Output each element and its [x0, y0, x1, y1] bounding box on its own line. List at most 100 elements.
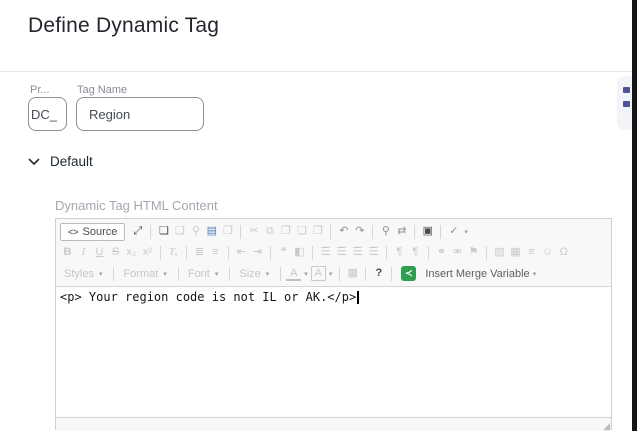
editor-source-area[interactable]: <p> Your region code is not IL or AK.</p…: [56, 287, 611, 417]
show-blocks-icon[interactable]: ▩: [345, 267, 360, 280]
remove-format-icon[interactable]: Tₓ: [166, 246, 181, 259]
about-icon[interactable]: ?: [371, 267, 386, 280]
source-button[interactable]: <>Source: [60, 223, 125, 241]
prefix-label: Pr...: [30, 84, 50, 96]
toolbar-separator: [178, 267, 179, 281]
superscript-icon[interactable]: x²: [140, 246, 155, 259]
chevron-down-icon: [28, 158, 40, 166]
bidi-rtl-icon[interactable]: ¶: [408, 246, 423, 259]
size-combo[interactable]: Size ▾: [235, 268, 275, 280]
source-icon: <>: [68, 227, 79, 237]
print-icon[interactable]: ❒: [220, 225, 235, 238]
cutoff-side-button[interactable]: [617, 76, 632, 130]
toolbar-separator: [486, 246, 487, 260]
image-icon[interactable]: ▧: [492, 246, 507, 259]
toolbar-separator: [113, 267, 114, 281]
merge-variable-button[interactable]: ≺: [401, 266, 416, 281]
bg-color-icon[interactable]: A: [311, 266, 326, 281]
numbered-list-icon[interactable]: ≣: [192, 246, 207, 259]
anchor-icon[interactable]: ⚑: [466, 246, 481, 259]
redo-icon[interactable]: ↷: [352, 225, 367, 238]
toolbar-separator: [365, 267, 366, 281]
outdent-icon[interactable]: ⇤: [234, 246, 249, 259]
resize-grip-icon[interactable]: ◢: [603, 422, 610, 431]
indent-icon[interactable]: ⇥: [250, 246, 265, 259]
strikethrough-icon[interactable]: S: [108, 246, 123, 259]
dropdown-caret-icon: ▾: [163, 270, 167, 278]
format-combo[interactable]: Format▾: [119, 268, 172, 280]
templates-icon[interactable]: ▤: [204, 225, 219, 238]
editor-toolbar: <>Source⤢❏❑⚲▤❒✂⧉❐❑❒↶↷⚲⇄▣✓▾BIUSx₂x²Tₓ≣≡⇤⇥…: [56, 219, 611, 287]
text-cursor: [357, 291, 359, 304]
undo-icon[interactable]: ↶: [336, 225, 351, 238]
dropdown-caret-icon: ▾: [99, 270, 103, 278]
justify-icon[interactable]: ☰: [366, 246, 381, 259]
paste-word-icon[interactable]: ❒: [310, 225, 325, 238]
toolbar-separator: [414, 225, 415, 239]
font-combo[interactable]: Font▾: [184, 268, 225, 280]
toolbar-separator: [372, 225, 373, 239]
size-combo-label: Size: [239, 268, 260, 280]
page-edge-strip: [632, 0, 637, 431]
dropdown-caret-icon: ▾: [329, 270, 333, 278]
default-section-toggle[interactable]: Default: [28, 154, 93, 169]
insert-merge-variable-label[interactable]: Insert Merge Variable: [425, 268, 529, 280]
text-color-icon[interactable]: A: [286, 267, 301, 281]
cutoff-icon-bar: [623, 87, 630, 93]
toolbar-separator: [339, 267, 340, 281]
underline-icon[interactable]: U: [92, 246, 107, 259]
paste-icon[interactable]: ❐: [278, 225, 293, 238]
bulleted-list-icon[interactable]: ≡: [208, 246, 223, 259]
align-left-icon[interactable]: ☰: [318, 246, 333, 259]
cutoff-icon-bar: [623, 101, 630, 107]
replace-icon[interactable]: ⇄: [394, 225, 409, 238]
editor-field-label: Dynamic Tag HTML Content: [55, 198, 218, 213]
special-char-icon[interactable]: Ω: [556, 246, 571, 259]
toolbar-separator: [280, 267, 281, 281]
save-icon[interactable]: ❑: [172, 225, 187, 238]
align-right-icon[interactable]: ☰: [350, 246, 365, 259]
header-divider: [0, 71, 637, 72]
new-page-icon[interactable]: ❏: [156, 225, 171, 238]
dropdown-caret-icon: ▾: [266, 270, 270, 278]
bidi-ltr-icon[interactable]: ¶: [392, 246, 407, 259]
div-container-icon[interactable]: ◧: [292, 246, 307, 259]
dropdown-caret-icon: ▾: [304, 270, 308, 278]
prefix-input[interactable]: [28, 97, 67, 131]
toolbar-separator: [150, 225, 151, 239]
tag-name-label: Tag Name: [77, 84, 127, 96]
blockquote-icon[interactable]: ❝: [276, 246, 291, 259]
find-icon[interactable]: ⚲: [378, 225, 393, 238]
link-icon[interactable]: ⚭: [434, 246, 449, 259]
paste-text-icon[interactable]: ❑: [294, 225, 309, 238]
editor-statusbar: ◢: [56, 417, 611, 431]
toolbar-separator: [240, 225, 241, 239]
italic-icon[interactable]: I: [76, 246, 91, 259]
toolbar-separator: [330, 225, 331, 239]
rich-text-editor: <>Source⤢❏❑⚲▤❒✂⧉❐❑❒↶↷⚲⇄▣✓▾BIUSx₂x²Tₓ≣≡⇤⇥…: [55, 218, 612, 430]
toolbar-separator: [186, 246, 187, 260]
cut-icon[interactable]: ✂: [246, 225, 261, 238]
toolbar-separator: [440, 225, 441, 239]
unlink-icon[interactable]: ⚮: [450, 246, 465, 259]
preview-icon[interactable]: ⚲: [188, 225, 203, 238]
editor-source-text: <p> Your region code is not IL or AK.</p…: [60, 290, 356, 304]
toolbar-separator: [228, 246, 229, 260]
default-section-label: Default: [50, 154, 93, 169]
horizontal-rule-icon[interactable]: ≡: [524, 246, 539, 259]
bold-icon[interactable]: B: [60, 246, 75, 259]
table-icon[interactable]: ▦: [508, 246, 523, 259]
dropdown-caret-icon: ▾: [464, 228, 468, 236]
maximize-icon[interactable]: ⤢: [130, 225, 145, 238]
styles-combo[interactable]: Styles▾: [60, 268, 108, 280]
dropdown-caret-icon: ▾: [215, 270, 219, 278]
toolbar-separator: [160, 246, 161, 260]
toolbar-separator: [312, 246, 313, 260]
smiley-icon[interactable]: ☺: [540, 246, 555, 259]
align-center-icon[interactable]: ☰: [334, 246, 349, 259]
spell-check-icon[interactable]: ✓: [446, 225, 461, 238]
select-all-icon[interactable]: ▣: [420, 225, 435, 238]
tag-name-input[interactable]: [76, 97, 204, 131]
copy-icon[interactable]: ⧉: [262, 225, 277, 238]
subscript-icon[interactable]: x₂: [124, 246, 139, 259]
